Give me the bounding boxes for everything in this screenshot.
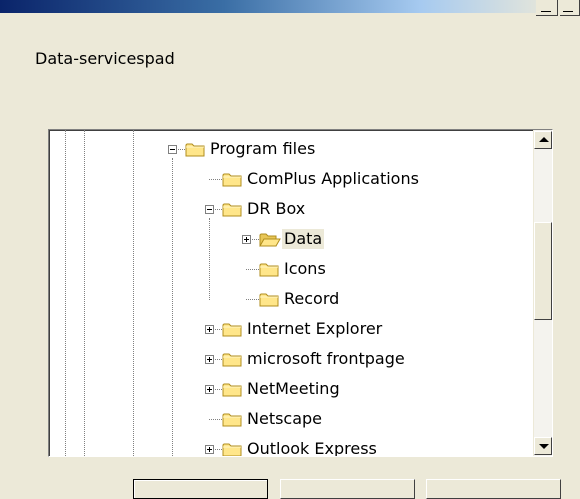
tree-node-label[interactable]: Data [282,229,325,249]
folder-icon [259,262,279,277]
tree-connector [209,179,222,180]
tree-connector [209,419,222,420]
minimize-button[interactable] [536,0,558,16]
new-folder-button[interactable] [426,479,561,499]
scroll-down-arrow-icon [539,444,549,449]
expand-icon[interactable] [205,325,214,334]
folder-prompt-label: Data-servicespad [35,49,175,68]
folder-icon [259,292,279,307]
folder-icon [222,352,242,367]
tree-node[interactable]: Internet Explorer [49,319,552,349]
folder-icon [222,322,242,337]
tree-node-label[interactable]: NetMeeting [245,379,342,399]
tree-node[interactable]: ComPlus Applications [49,169,552,199]
tree-node-label[interactable]: Program files [208,139,317,159]
folder-icon [222,172,242,187]
tree-node-label[interactable]: Icons [282,259,328,279]
scroll-down-button[interactable] [534,437,552,455]
tree-connector [246,299,259,300]
expand-icon[interactable] [242,235,251,244]
tree-node-label[interactable]: DR Box [245,199,307,219]
tree-node[interactable]: Data [49,229,552,259]
folder-icon [222,442,242,456]
folder-icon [222,202,242,217]
tree-node[interactable]: microsoft frontpage [49,349,552,379]
collapse-icon[interactable] [168,145,177,154]
tree-node-label[interactable]: microsoft frontpage [245,349,407,369]
tree-node[interactable]: Program files [49,139,552,169]
tree-node[interactable]: Record [49,289,552,319]
ok-button[interactable] [133,479,268,499]
scroll-thumb[interactable] [534,222,552,320]
tree-vertical-scrollbar[interactable] [533,130,552,456]
expand-icon[interactable] [205,385,214,394]
tree-connector [246,269,259,270]
folder-icon [222,412,242,427]
scroll-up-button[interactable] [534,131,552,149]
cancel-button[interactable] [280,479,415,499]
folder-open-icon [259,232,281,247]
close-icon [563,11,573,12]
tree-node[interactable]: Netscape [49,409,552,439]
tree-node[interactable]: Icons [49,259,552,289]
folder-tree[interactable]: Program files ComPlus Applications DR Box D… [48,129,553,457]
title-bar [0,0,560,13]
scroll-up-arrow-icon [539,137,549,142]
close-button-partial[interactable] [560,0,580,16]
tree-node-label[interactable]: Record [282,289,341,309]
tree-node-label[interactable]: Outlook Express [245,439,379,456]
expand-icon[interactable] [205,355,214,364]
collapse-icon[interactable] [205,205,214,214]
minimize-icon [541,11,551,12]
tree-node[interactable]: Outlook Express [49,439,552,456]
tree-node[interactable]: DR Box [49,199,552,229]
folder-icon [185,142,205,157]
tree-node[interactable]: NetMeeting [49,379,552,409]
tree-node-label[interactable]: Netscape [245,409,324,429]
tree-node-label[interactable]: Internet Explorer [245,319,384,339]
tree-node-label[interactable]: ComPlus Applications [245,169,421,189]
expand-icon[interactable] [205,445,214,454]
folder-icon [222,382,242,397]
